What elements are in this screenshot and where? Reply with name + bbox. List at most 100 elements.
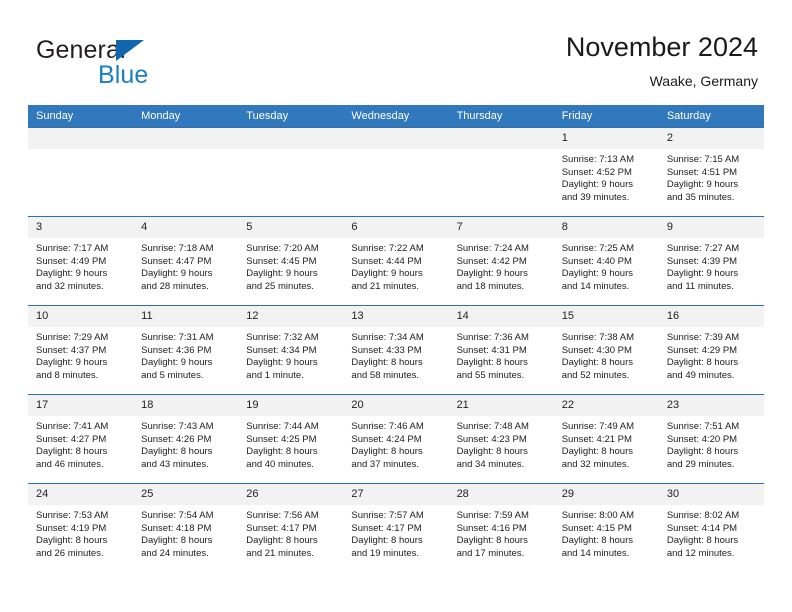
day-details: Sunrise: 7:51 AM Sunset: 4:20 PM Daylight:…: [659, 416, 764, 471]
weekday-header-sunday: Sunday: [28, 105, 134, 128]
calendar-day-cell[interactable]: 12 Sunrise: 7:32 AM Sunset: 4:34 PM Dayligh…: [238, 305, 344, 395]
calendar-day-cell[interactable]: 7 Sunrise: 7:24 AM Sunset: 4:42 PM Daylight…: [448, 216, 554, 306]
day-detail-sunrise: Sunrise: 8:02 AM: [666, 510, 740, 521]
day-detail-sunrise: Sunrise: 7:31 AM: [141, 332, 214, 343]
calendar-day-cell[interactable]: 26 Sunrise: 7:56 AM Sunset: 4:17 PM Dayligh…: [238, 483, 344, 572]
calendar-day-cell[interactable]: 25 Sunrise: 7:54 AM Sunset: 4:18 PM Dayligh…: [133, 483, 239, 572]
day-detail-daylight2: and 14 minutes.: [561, 280, 630, 292]
calendar-day-cell-empty: [28, 127, 134, 217]
calendar-day-cell[interactable]: 4 Sunrise: 7:18 AM Sunset: 4:47 PM Daylight…: [133, 216, 239, 306]
day-detail-daylight2: and 43 minutes.: [141, 458, 209, 470]
day-number: [133, 128, 239, 149]
calendar-day-cell[interactable]: 29 Sunrise: 8:00 AM Sunset: 4:15 PM Dayligh…: [553, 483, 659, 572]
day-detail-daylight1: Daylight: 8 hours: [561, 357, 633, 369]
day-number: 6: [343, 217, 449, 238]
day-details: Sunrise: 7:53 AM Sunset: 4:19 PM Daylight:…: [28, 505, 133, 560]
calendar-day-cell[interactable]: 3 Sunrise: 7:17 AM Sunset: 4:49 PM Daylight…: [28, 216, 134, 306]
day-detail-daylight1: Daylight: 8 hours: [246, 446, 318, 458]
day-details: Sunrise: 7:18 AM Sunset: 4:47 PM Daylight:…: [133, 238, 238, 293]
day-detail-daylight2: and 11 minutes.: [666, 280, 734, 292]
title-block: November 2024 Waake, Germany: [566, 30, 758, 92]
day-number: 24: [28, 484, 134, 505]
day-number: 29: [553, 484, 659, 505]
day-detail-daylight2: and 24 minutes.: [141, 547, 209, 559]
calendar-day-cell[interactable]: 27 Sunrise: 7:57 AM Sunset: 4:17 PM Dayligh…: [343, 483, 449, 572]
calendar-day-cell[interactable]: 5 Sunrise: 7:20 AM Sunset: 4:45 PM Daylight…: [238, 216, 344, 306]
calendar-week-row: 17 Sunrise: 7:41 AM Sunset: 4:27 PM Dayligh…: [28, 394, 764, 484]
day-detail-sunrise: Sunrise: 7:43 AM: [141, 421, 214, 432]
day-detail-sunset: Sunset: 4:29 PM: [666, 344, 738, 356]
weekday-header-wednesday: Wednesday: [343, 105, 449, 128]
calendar-day-cell[interactable]: 21 Sunrise: 7:48 AM Sunset: 4:23 PM Dayligh…: [448, 394, 554, 484]
day-detail-sunrise: Sunrise: 7:22 AM: [351, 243, 424, 254]
calendar-day-cell[interactable]: 24 Sunrise: 7:53 AM Sunset: 4:19 PM Dayligh…: [28, 483, 134, 572]
calendar-day-cell[interactable]: 18 Sunrise: 7:43 AM Sunset: 4:26 PM Dayligh…: [133, 394, 239, 484]
day-detail-sunrise: Sunrise: 7:18 AM: [141, 243, 214, 254]
day-number: 14: [448, 306, 554, 327]
day-number: [28, 128, 134, 149]
day-details: Sunrise: 7:38 AM Sunset: 4:30 PM Daylight:…: [554, 327, 659, 382]
day-details: Sunrise: 7:15 AM Sunset: 4:51 PM Daylight:…: [659, 149, 764, 204]
calendar-week-row: 24 Sunrise: 7:53 AM Sunset: 4:19 PM Dayligh…: [28, 483, 764, 572]
calendar-day-cell[interactable]: 15 Sunrise: 7:38 AM Sunset: 4:30 PM Dayligh…: [553, 305, 659, 395]
calendar-day-cell[interactable]: 10 Sunrise: 7:29 AM Sunset: 4:37 PM Dayligh…: [28, 305, 134, 395]
calendar-day-cell[interactable]: 9 Sunrise: 7:27 AM Sunset: 4:39 PM Daylight…: [658, 216, 764, 306]
day-detail-sunrise: Sunrise: 7:44 AM: [246, 421, 319, 432]
calendar-day-cell[interactable]: 8 Sunrise: 7:25 AM Sunset: 4:40 PM Daylight…: [553, 216, 659, 306]
weekday-header-monday: Monday: [133, 105, 239, 128]
day-details: Sunrise: 7:31 AM Sunset: 4:36 PM Daylight:…: [133, 327, 238, 382]
calendar-day-cell[interactable]: 2 Sunrise: 7:15 AM Sunset: 4:51 PM Daylight…: [658, 127, 764, 217]
day-detail-sunrise: Sunrise: 7:53 AM: [36, 510, 109, 521]
calendar-day-cell[interactable]: 19 Sunrise: 7:44 AM Sunset: 4:25 PM Dayligh…: [238, 394, 344, 484]
day-detail-sunset: Sunset: 4:39 PM: [666, 255, 738, 267]
day-detail-sunset: Sunset: 4:45 PM: [246, 255, 317, 267]
day-detail-sunrise: Sunrise: 7:25 AM: [561, 243, 635, 254]
day-number: 5: [238, 217, 344, 238]
calendar-day-cell[interactable]: 17 Sunrise: 7:41 AM Sunset: 4:27 PM Dayligh…: [28, 394, 134, 484]
weekday-header-tuesday: Tuesday: [238, 105, 344, 128]
day-detail-daylight2: and 14 minutes.: [561, 547, 630, 559]
day-detail-daylight1: Daylight: 8 hours: [561, 446, 633, 458]
day-detail-sunrise: Sunrise: 7:24 AM: [456, 243, 529, 254]
calendar-day-cell[interactable]: 22 Sunrise: 7:49 AM Sunset: 4:21 PM Dayligh…: [553, 394, 659, 484]
day-detail-sunset: Sunset: 4:42 PM: [456, 255, 527, 267]
day-number: 9: [658, 217, 764, 238]
day-number: 21: [448, 395, 554, 416]
day-details: Sunrise: 7:24 AM Sunset: 4:42 PM Daylight:…: [449, 238, 554, 293]
day-detail-sunrise: Sunrise: 7:20 AM: [246, 243, 319, 254]
calendar-day-cell[interactable]: 6 Sunrise: 7:22 AM Sunset: 4:44 PM Daylight…: [343, 216, 449, 306]
day-detail-daylight1: Daylight: 8 hours: [246, 535, 318, 547]
day-detail-daylight2: and 25 minutes.: [246, 280, 314, 292]
day-details: Sunrise: 7:59 AM Sunset: 4:16 PM Daylight:…: [449, 505, 554, 560]
day-details: Sunrise: 7:41 AM Sunset: 4:27 PM Daylight:…: [28, 416, 133, 471]
calendar-day-cell[interactable]: 30 Sunrise: 8:02 AM Sunset: 4:14 PM Dayligh…: [658, 483, 764, 572]
day-detail-sunset: Sunset: 4:44 PM: [351, 255, 422, 267]
calendar-day-cell[interactable]: 28 Sunrise: 7:59 AM Sunset: 4:16 PM Dayligh…: [448, 483, 554, 572]
day-detail-daylight1: Daylight: 8 hours: [561, 535, 633, 547]
calendar-day-cell[interactable]: 14 Sunrise: 7:36 AM Sunset: 4:31 PM Dayligh…: [448, 305, 554, 395]
day-number: [343, 128, 449, 149]
day-number: 11: [133, 306, 239, 327]
day-detail-sunset: Sunset: 4:30 PM: [561, 344, 632, 356]
day-detail-daylight2: and 46 minutes.: [36, 458, 104, 470]
day-details: Sunrise: 8:00 AM Sunset: 4:15 PM Daylight:…: [554, 505, 659, 560]
day-detail-daylight2: and 35 minutes.: [666, 191, 735, 203]
calendar-week-row: 10 Sunrise: 7:29 AM Sunset: 4:37 PM Dayligh…: [28, 305, 764, 395]
day-detail-sunset: Sunset: 4:40 PM: [561, 255, 632, 267]
calendar-day-cell[interactable]: 1 Sunrise: 7:13 AM Sunset: 4:52 PM Daylight…: [553, 127, 659, 217]
calendar-day-cell[interactable]: 20 Sunrise: 7:46 AM Sunset: 4:24 PM Dayligh…: [343, 394, 449, 484]
brand-logo[interactable]: General Blue: [36, 36, 256, 94]
day-detail-sunset: Sunset: 4:19 PM: [36, 522, 107, 534]
day-number: 13: [343, 306, 449, 327]
day-number: 28: [448, 484, 554, 505]
day-detail-sunrise: Sunrise: 7:56 AM: [246, 510, 319, 521]
page-subtitle-location: Waake, Germany: [649, 73, 758, 89]
calendar-day-cell[interactable]: 23 Sunrise: 7:51 AM Sunset: 4:20 PM Dayligh…: [658, 394, 764, 484]
calendar-day-cell[interactable]: 16 Sunrise: 7:39 AM Sunset: 4:29 PM Dayligh…: [658, 305, 764, 395]
day-detail-sunset: Sunset: 4:23 PM: [456, 433, 527, 445]
calendar-day-cell[interactable]: 13 Sunrise: 7:34 AM Sunset: 4:33 PM Dayligh…: [343, 305, 449, 395]
calendar-day-cell[interactable]: 11 Sunrise: 7:31 AM Sunset: 4:36 PM Dayligh…: [133, 305, 239, 395]
day-detail-daylight1: Daylight: 9 hours: [561, 179, 633, 191]
day-detail-sunset: Sunset: 4:20 PM: [666, 433, 738, 445]
day-detail-daylight2: and 58 minutes.: [351, 369, 420, 381]
